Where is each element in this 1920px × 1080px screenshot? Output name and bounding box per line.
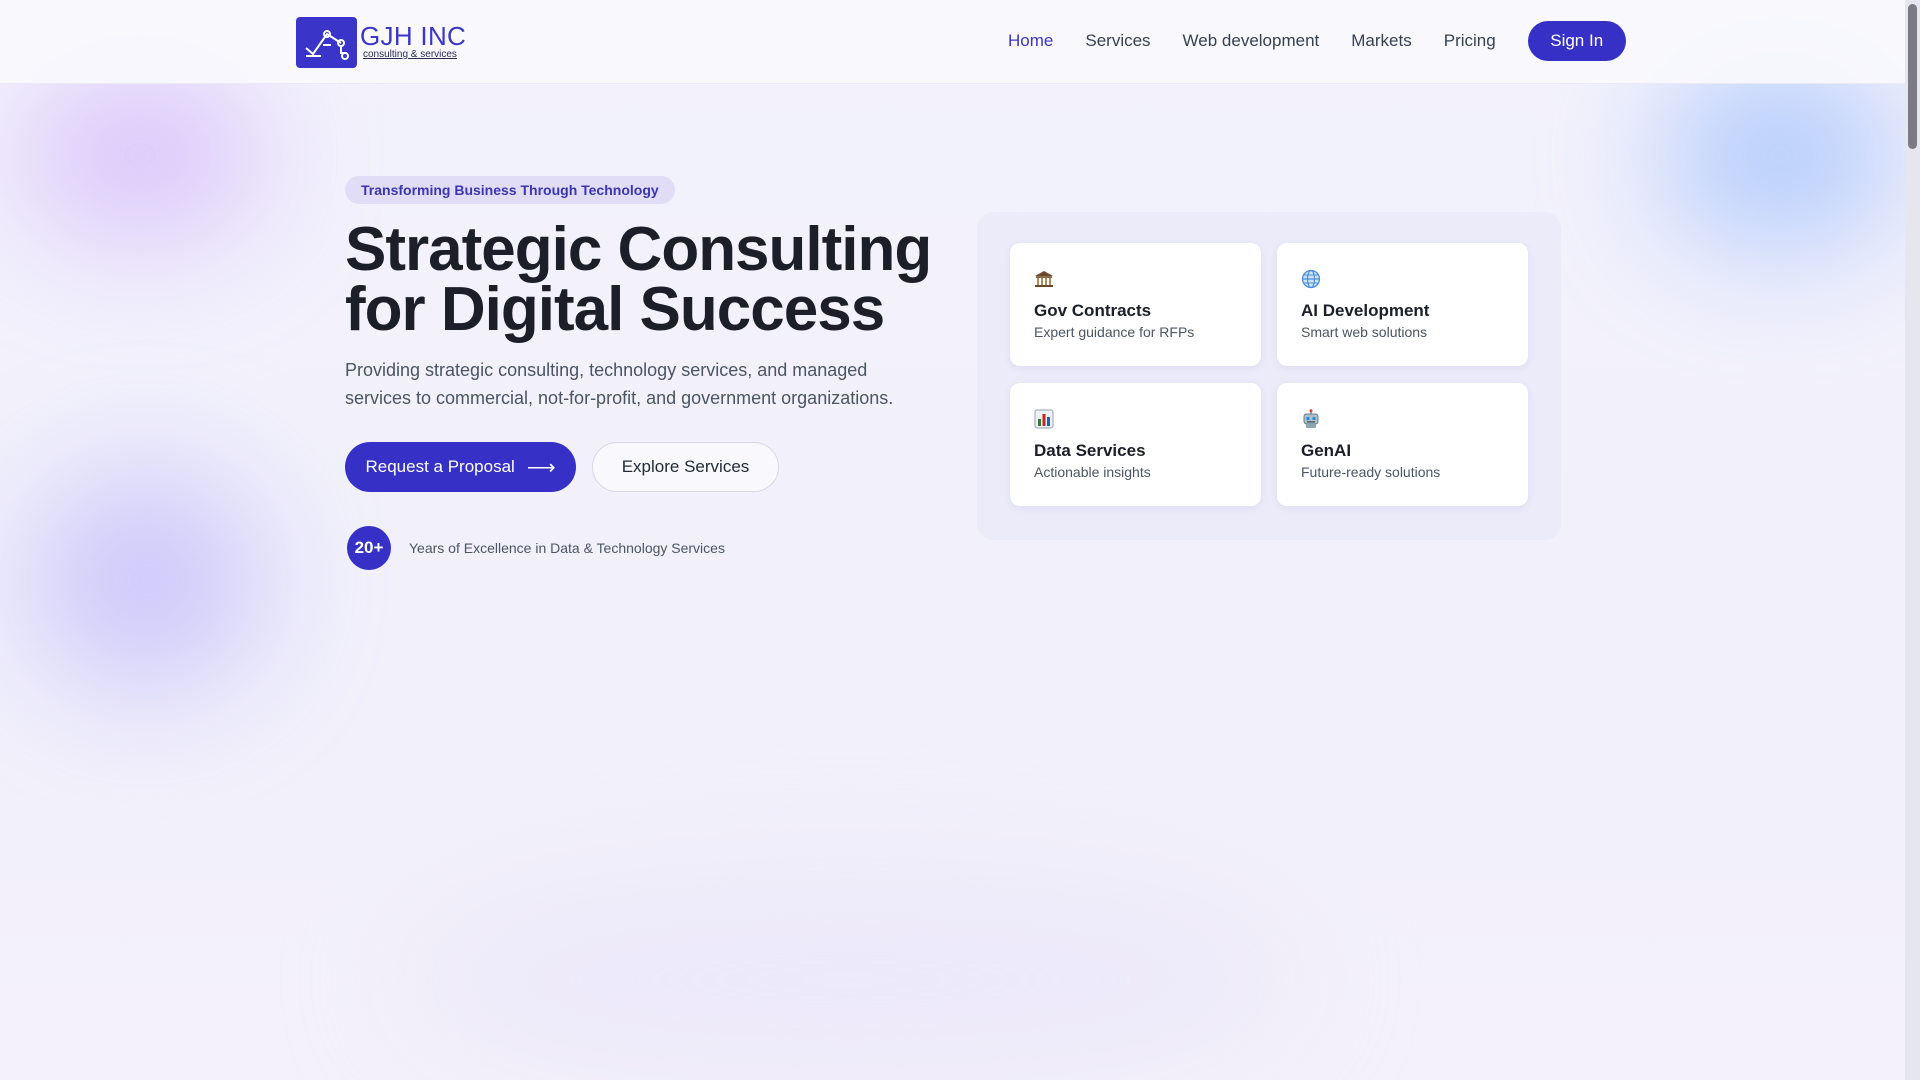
globe-icon [1301, 269, 1321, 289]
stat-label: Years of Excellence in Data & Technology… [409, 540, 725, 556]
card-description: Future-ready solutions [1301, 464, 1441, 480]
request-proposal-label: Request a Proposal [365, 457, 515, 476]
nav-web-development[interactable]: Web development [1183, 31, 1320, 51]
service-card-gov-contracts[interactable]: Gov Contracts Expert guidance for RFPs [1010, 243, 1261, 366]
cta-row: Request a Proposal ⟶ Explore Services [345, 442, 945, 492]
nav-pricing[interactable]: Pricing [1444, 31, 1496, 51]
logo-icon [296, 16, 357, 68]
card-description: Actionable insights [1034, 464, 1151, 480]
card-title: Data Services [1034, 441, 1146, 460]
arrow-right-icon: ⟶ [526, 456, 556, 479]
service-card-genai[interactable]: GenAI Future-ready solutions [1277, 383, 1528, 506]
nav-services[interactable]: Services [1085, 31, 1150, 51]
experience-stat: 20+ Years of Excellence in Data & Techno… [345, 526, 945, 570]
card-description: Expert guidance for RFPs [1034, 324, 1195, 340]
decorative-blob [20, 70, 260, 240]
service-card-data-services[interactable]: Data Services Actionable insights [1010, 383, 1261, 506]
decorative-blob [1660, 60, 1900, 250]
decorative-blob [400, 880, 1300, 1080]
service-card-ai-development[interactable]: AI Development Smart web solutions [1277, 243, 1528, 366]
vertical-scrollbar[interactable] [1905, 0, 1920, 1080]
hero-title: Strategic Consulting for Digital Success [345, 219, 945, 341]
bar-chart-icon [1034, 409, 1054, 429]
hero-title-line-2: for Digital Success [345, 275, 885, 344]
hero-eyebrow-badge: Transforming Business Through Technology [345, 176, 675, 204]
brand-name: GJH INC [360, 21, 467, 51]
stat-badge: 20+ [347, 526, 391, 570]
explore-services-button[interactable]: Explore Services [592, 442, 779, 492]
hero-section: Transforming Business Through Technology… [345, 176, 945, 570]
card-description: Smart web solutions [1301, 324, 1428, 340]
card-title: GenAI [1301, 441, 1352, 460]
brand-tagline: consulting & services [363, 49, 457, 60]
hero-title-line-1: Strategic Consulting [345, 215, 932, 284]
request-proposal-button[interactable]: Request a Proposal ⟶ [345, 442, 576, 492]
card-title: AI Development [1301, 301, 1430, 320]
robot-icon [1301, 409, 1321, 429]
page-background [0, 0, 1920, 1080]
top-navbar: GJH INC consulting & services Home Servi… [0, 0, 1905, 84]
scrollbar-thumb[interactable] [1908, 4, 1917, 149]
hero-subtitle: Providing strategic consulting, technolo… [345, 360, 894, 408]
service-cards-panel: Gov Contracts Expert guidance for RFPs A… [977, 212, 1561, 540]
government-building-icon [1034, 269, 1054, 289]
main-nav: Home Services Web development Markets Pr… [1008, 21, 1626, 61]
nav-markets[interactable]: Markets [1351, 31, 1411, 51]
decorative-blob [30, 470, 260, 690]
sign-in-button[interactable]: Sign In [1527, 21, 1626, 61]
brand-logo[interactable]: GJH INC consulting & services [296, 16, 466, 68]
nav-home[interactable]: Home [1008, 31, 1053, 51]
card-title: Gov Contracts [1034, 301, 1152, 320]
